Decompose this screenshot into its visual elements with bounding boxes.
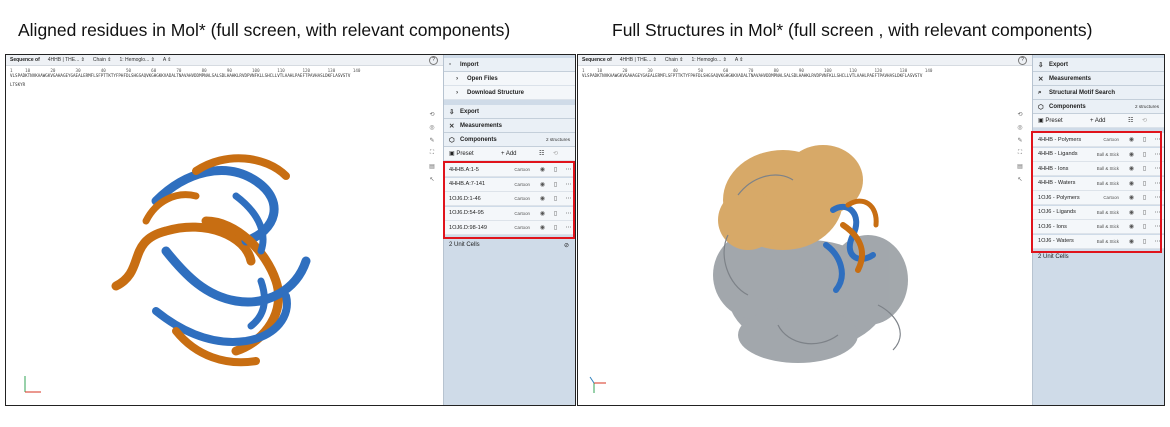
mode-select[interactable]: Chain ⇕	[93, 57, 112, 63]
expand-icon[interactable]: ⛶	[430, 150, 434, 157]
sequence-label: Sequence of	[582, 57, 612, 63]
viewport-toolbar: ⟲ ◎ ✎ ⛶ ▤ ↖	[427, 111, 437, 183]
download-structure-button[interactable]: › Download Structure	[444, 86, 575, 100]
sequence-line-2[interactable]: LTSKYR	[10, 82, 442, 87]
measurements-header[interactable]: ✕ Measurements	[444, 119, 575, 133]
right-molstar-screen: Sequence of 4HHB | THE... ⇕ Chain ⇕ 1: H…	[577, 54, 1165, 406]
axes-icon	[589, 376, 606, 393]
screenshot-icon[interactable]: ◎	[1017, 124, 1022, 131]
controls-icon[interactable]: ▤	[429, 163, 435, 170]
right-title: Full Structures in Mol* (full screen , w…	[612, 20, 1093, 40]
reset-camera-icon[interactable]: ⟲	[1017, 111, 1022, 118]
motif-search-header[interactable]: ⌕ Structural Motif Search	[1033, 86, 1164, 100]
open-files-button[interactable]: › Open Files	[444, 72, 575, 86]
options-icon[interactable]: ☷	[539, 150, 553, 157]
help-icon[interactable]: ?	[429, 56, 438, 65]
highlight-box	[1031, 131, 1162, 253]
undo-icon[interactable]: ⟲	[1142, 117, 1147, 124]
options-icon[interactable]: ☷	[1128, 117, 1142, 124]
add-button[interactable]: + Add	[501, 151, 539, 157]
entity-select[interactable]: 1: Hemoglo... ⇕	[120, 57, 155, 63]
sequence-line-1[interactable]: VLSPADKTNVKAAWGKVGAHAGEYGAEALERMFLSFPTTK…	[10, 73, 442, 78]
screenshot-icon[interactable]: ◎	[429, 124, 434, 131]
sequence-toolbar: Sequence of 4HHB | THE... ⇕ Chain ⇕ 1: H…	[578, 55, 1032, 66]
unit-cells-label[interactable]: 2 Unit Cells ⊘	[444, 238, 575, 252]
add-button[interactable]: + Add	[1090, 118, 1128, 124]
controls-icon[interactable]: ▤	[1017, 163, 1023, 170]
components-icon: ⬡	[1038, 103, 1044, 111]
measurements-icon: ✕	[1038, 75, 1044, 83]
undo-icon[interactable]: ⟲	[553, 150, 558, 157]
components-toolbar: ▣ Preset + Add ☷ ⟲	[1033, 114, 1164, 128]
left-molstar-screen: Sequence of 4HHB | THE... ⇕ Chain ⇕ 1: H…	[5, 54, 576, 406]
sequence-line-1[interactable]: VLSPADKTNVKAAWGKVGAHAGEYGAEALERMFLSFPTTK…	[582, 73, 1031, 78]
components-icon: ⬡	[449, 136, 455, 144]
measurements-icon: ✕	[449, 122, 455, 130]
export-header[interactable]: ⇩ Export	[1033, 58, 1164, 72]
3d-viewport[interactable]	[578, 85, 1032, 405]
structure-select[interactable]: 4HHB | THE... ⇕	[620, 57, 657, 63]
preset-button[interactable]: ▣ Preset	[1038, 117, 1090, 124]
selection-mode-icon[interactable]: ↖	[429, 176, 434, 183]
protein-cartoon	[111, 154, 311, 367]
selection-mode-icon[interactable]: ↖	[1017, 176, 1022, 183]
visibility-off-icon[interactable]: ⊘	[564, 242, 569, 249]
protein-cartoon	[713, 145, 908, 363]
measurements-header[interactable]: ✕ Measurements	[1033, 72, 1164, 86]
sequence-label: Sequence of	[10, 57, 40, 63]
3d-viewport[interactable]	[6, 101, 443, 405]
import-icon: ▫	[449, 61, 452, 68]
components-header[interactable]: ⬡ Components 2 structures	[1033, 100, 1164, 114]
viewport-toolbar: ⟲ ◎ ✎ ⛶ ▤ ↖	[1015, 111, 1025, 183]
settings-icon[interactable]: ✎	[1017, 137, 1022, 144]
export-icon: ⇩	[449, 108, 455, 116]
settings-icon[interactable]: ✎	[429, 137, 434, 144]
components-header[interactable]: ⬡ Components 2 structures	[444, 133, 575, 147]
axes-icon	[24, 376, 41, 393]
structure-select[interactable]: 4HHB | THE... ⇕	[48, 57, 85, 63]
components-toolbar: ▣ Preset + Add ☷ ⟲	[444, 147, 575, 161]
chain-select[interactable]: A ⇕	[735, 57, 744, 63]
search-icon: ⌕	[1038, 88, 1042, 96]
export-header[interactable]: ⇩ Export	[444, 105, 575, 119]
highlight-box	[443, 161, 575, 239]
import-header[interactable]: ▫ Import	[444, 58, 575, 72]
left-title: Aligned residues in Mol* (full screen, w…	[18, 20, 511, 40]
export-icon: ⇩	[1038, 61, 1044, 69]
mode-select[interactable]: Chain ⇕	[665, 57, 684, 63]
sequence-toolbar: Sequence of 4HHB | THE... ⇕ Chain ⇕ 1: H…	[6, 55, 443, 66]
reset-camera-icon[interactable]: ⟲	[429, 111, 434, 118]
preset-button[interactable]: ▣ Preset	[449, 150, 501, 157]
entity-select[interactable]: 1: Hemoglo... ⇕	[692, 57, 727, 63]
help-icon[interactable]: ?	[1018, 56, 1027, 65]
chain-select[interactable]: A ⇕	[163, 57, 172, 63]
expand-icon[interactable]: ⛶	[1018, 150, 1022, 157]
